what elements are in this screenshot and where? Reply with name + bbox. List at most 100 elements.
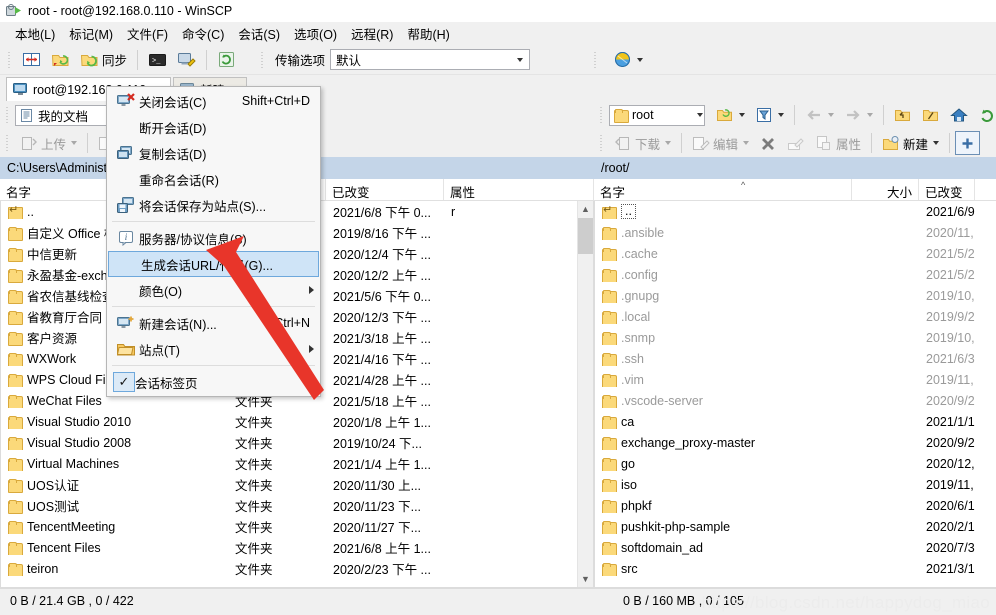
table-row[interactable]: ca 2021/1/1 — [595, 411, 996, 432]
table-row[interactable]: pushkit-php-sample 2020/2/1 — [595, 516, 996, 537]
remote-rename-button[interactable] — [782, 131, 810, 155]
menu-command[interactable]: 命令(C) — [175, 21, 231, 46]
ctx-disconnect-session[interactable]: 断开会话(D) — [107, 114, 320, 140]
open-directory-button[interactable] — [711, 103, 750, 127]
table-row[interactable]: .snmp 2019/10, — [595, 327, 996, 348]
table-row[interactable]: .cache 2021/5/2 — [595, 243, 996, 264]
add-to-queue-button[interactable] — [955, 131, 981, 155]
local-row-changed: 2020/11/27 下... — [333, 521, 422, 535]
local-col-changed[interactable]: 已改变 — [326, 179, 444, 200]
transfer-options-grip[interactable] — [260, 49, 268, 70]
menu-options[interactable]: 选项(O) — [287, 21, 344, 46]
remote-delete-button[interactable] — [754, 131, 782, 155]
table-row[interactable]: .ssh 2021/6/3 — [595, 348, 996, 369]
menu-help[interactable]: 帮助(H) — [400, 21, 456, 46]
transfer-options-combo[interactable]: 默认 — [330, 49, 531, 70]
table-row[interactable]: .ansible 2020/11, — [595, 222, 996, 243]
remote-col-name[interactable]: 名字 — [594, 179, 852, 200]
table-row[interactable]: .. 2021/6/9 — [595, 201, 996, 222]
table-row[interactable]: Visual Studio 2010 2020/1/8 上午 1... 文件夹 — [1, 411, 593, 432]
table-row[interactable]: UOS测试 2020/11/23 下... 文件夹 — [1, 495, 593, 516]
remote-properties-button[interactable]: 属性 — [810, 131, 866, 155]
table-row[interactable]: softdomain_ad 2020/7/3 — [595, 537, 996, 558]
table-row[interactable]: .gnupg 2019/10, — [595, 285, 996, 306]
menu-mark[interactable]: 标记(M) — [62, 21, 120, 46]
session-context-menu[interactable]: 关闭会话(C) Shift+Ctrl+D 断开会话(D) 复制会话(D) 重命名会话(R… — [106, 86, 321, 397]
parent-directory-button[interactable] — [889, 103, 917, 127]
local-row-changed: 2020/12/3 下午 ... — [333, 311, 431, 325]
filter-button[interactable] — [750, 103, 789, 127]
ctx-rename-session[interactable]: 重命名会话(R) — [107, 166, 320, 192]
ctx-color[interactable]: 颜色(O) — [107, 277, 320, 303]
table-row[interactable]: exchange_proxy-master 2020/9/2 — [595, 432, 996, 453]
remote-sort-ascending-icon: ^ — [741, 180, 746, 190]
synchronize-button[interactable]: 同步 — [75, 48, 132, 72]
table-row[interactable]: src 2021/3/1 — [595, 558, 996, 579]
table-row[interactable]: Virtual Machines 2021/1/4 上午 1... 文件夹 — [1, 453, 593, 474]
remote-row-name-cell: softdomain_ad — [595, 541, 853, 555]
back-button[interactable] — [800, 103, 839, 127]
new-button[interactable]: 新建 — [877, 131, 944, 155]
table-row[interactable]: .config 2021/5/2 — [595, 264, 996, 285]
remote-row-name: phpkf — [621, 498, 652, 513]
table-row[interactable]: Visual Studio 2008 2019/10/24 下... 文件夹 — [1, 432, 593, 453]
menu-session[interactable]: 会话(S) — [231, 21, 287, 46]
split-panels-button[interactable] — [17, 48, 46, 72]
open-putty-button[interactable] — [172, 48, 201, 72]
local-panelbar-grip[interactable] — [5, 105, 12, 125]
remote-col-changed[interactable]: 已改变 — [919, 179, 975, 200]
transfer-settings-button[interactable] — [608, 48, 648, 72]
table-row[interactable]: .vscode-server 2020/9/2 — [595, 390, 996, 411]
remote-file-list[interactable]: .. 2021/6/9 .ansible 2020/11, .cache 2021/5/2… — [594, 201, 996, 588]
ctx-session-tabs[interactable]: ✓ 会话标签页 — [107, 369, 320, 395]
remote-row-name-cell: src — [595, 562, 853, 576]
menu-item-no-icon — [113, 280, 139, 300]
remote-dir-combo[interactable]: root — [609, 104, 705, 126]
remote-refresh-button[interactable] — [973, 103, 996, 127]
local-scroll-up-button[interactable]: ▲ — [578, 201, 593, 217]
ctx-server-protocol-info[interactable]: i 服务器/协议信息(S) — [107, 225, 320, 251]
local-ops-grip[interactable] — [5, 133, 12, 153]
menu-remote[interactable]: 远程(R) — [344, 21, 400, 46]
remote-panelbar-grip[interactable] — [599, 105, 606, 125]
ctx-generate-session-url[interactable]: 生成会话URL/代码(G)... — [108, 251, 319, 277]
ctx-new-session[interactable]: 新建会话(N)... Ctrl+N — [107, 310, 320, 336]
table-row[interactable]: .vim 2019/11, — [595, 369, 996, 390]
ctx-close-session[interactable]: 关闭会话(C) Shift+Ctrl+D — [107, 88, 320, 114]
chevron-down-icon[interactable] — [511, 57, 527, 62]
table-row[interactable]: .local 2019/9/2 — [595, 306, 996, 327]
ctx-save-session-as-site[interactable]: 将会话保存为站点(S)... — [107, 192, 320, 218]
ctx-duplicate-session[interactable]: 复制会话(D) — [107, 140, 320, 166]
remote-dir-chevron-down-icon[interactable] — [697, 113, 703, 117]
transfer-settings-grip[interactable] — [593, 49, 601, 70]
remote-col-size[interactable]: 大小 — [852, 179, 919, 200]
table-row[interactable]: TencentMeeting 2020/11/27 下... 文件夹 — [1, 516, 593, 537]
home-directory-button[interactable] — [945, 103, 973, 127]
remote-edit-button[interactable]: 编辑 — [687, 131, 754, 155]
table-row[interactable]: iso 2019/11, — [595, 474, 996, 495]
remote-ops-grip[interactable] — [599, 133, 606, 153]
download-button[interactable]: 下载 — [609, 131, 676, 155]
local-row-changed: 2021/5/6 下午 0... — [333, 290, 431, 304]
table-row[interactable]: go 2020/12, — [595, 453, 996, 474]
root-directory-button[interactable] — [917, 103, 945, 127]
table-row[interactable]: Tencent Files 2021/6/8 上午 1... 文件夹 — [1, 537, 593, 558]
local-vertical-scrollbar[interactable]: ▲ ▼ — [577, 201, 593, 587]
table-row[interactable]: UOS认证 2020/11/30 上... 文件夹 — [1, 474, 593, 495]
menu-local[interactable]: 本地(L) — [8, 21, 62, 46]
refresh-button[interactable] — [212, 48, 241, 72]
table-row[interactable]: phpkf 2020/6/1 — [595, 495, 996, 516]
ctx-sites[interactable]: 站点(T) — [107, 336, 320, 362]
remote-path-bar[interactable]: /root/ — [594, 157, 996, 179]
local-scroll-down-button[interactable]: ▼ — [578, 571, 593, 587]
table-row[interactable]: teiron 2020/2/23 下午 ... 文件夹 — [1, 558, 593, 579]
local-col-attr[interactable]: 属性 — [444, 179, 594, 200]
forward-button[interactable] — [839, 103, 878, 127]
local-scroll-thumb[interactable] — [578, 218, 593, 254]
upload-button[interactable]: 上传 — [15, 131, 82, 155]
ctx-generate-session-url-label: 生成会话URL/代码(G)... — [141, 258, 273, 273]
menu-file[interactable]: 文件(F) — [120, 21, 175, 46]
open-terminal-button[interactable]: >_ — [143, 48, 172, 72]
toolbar-grip[interactable] — [7, 49, 14, 70]
synchronize-browsing-button[interactable] — [46, 48, 75, 72]
